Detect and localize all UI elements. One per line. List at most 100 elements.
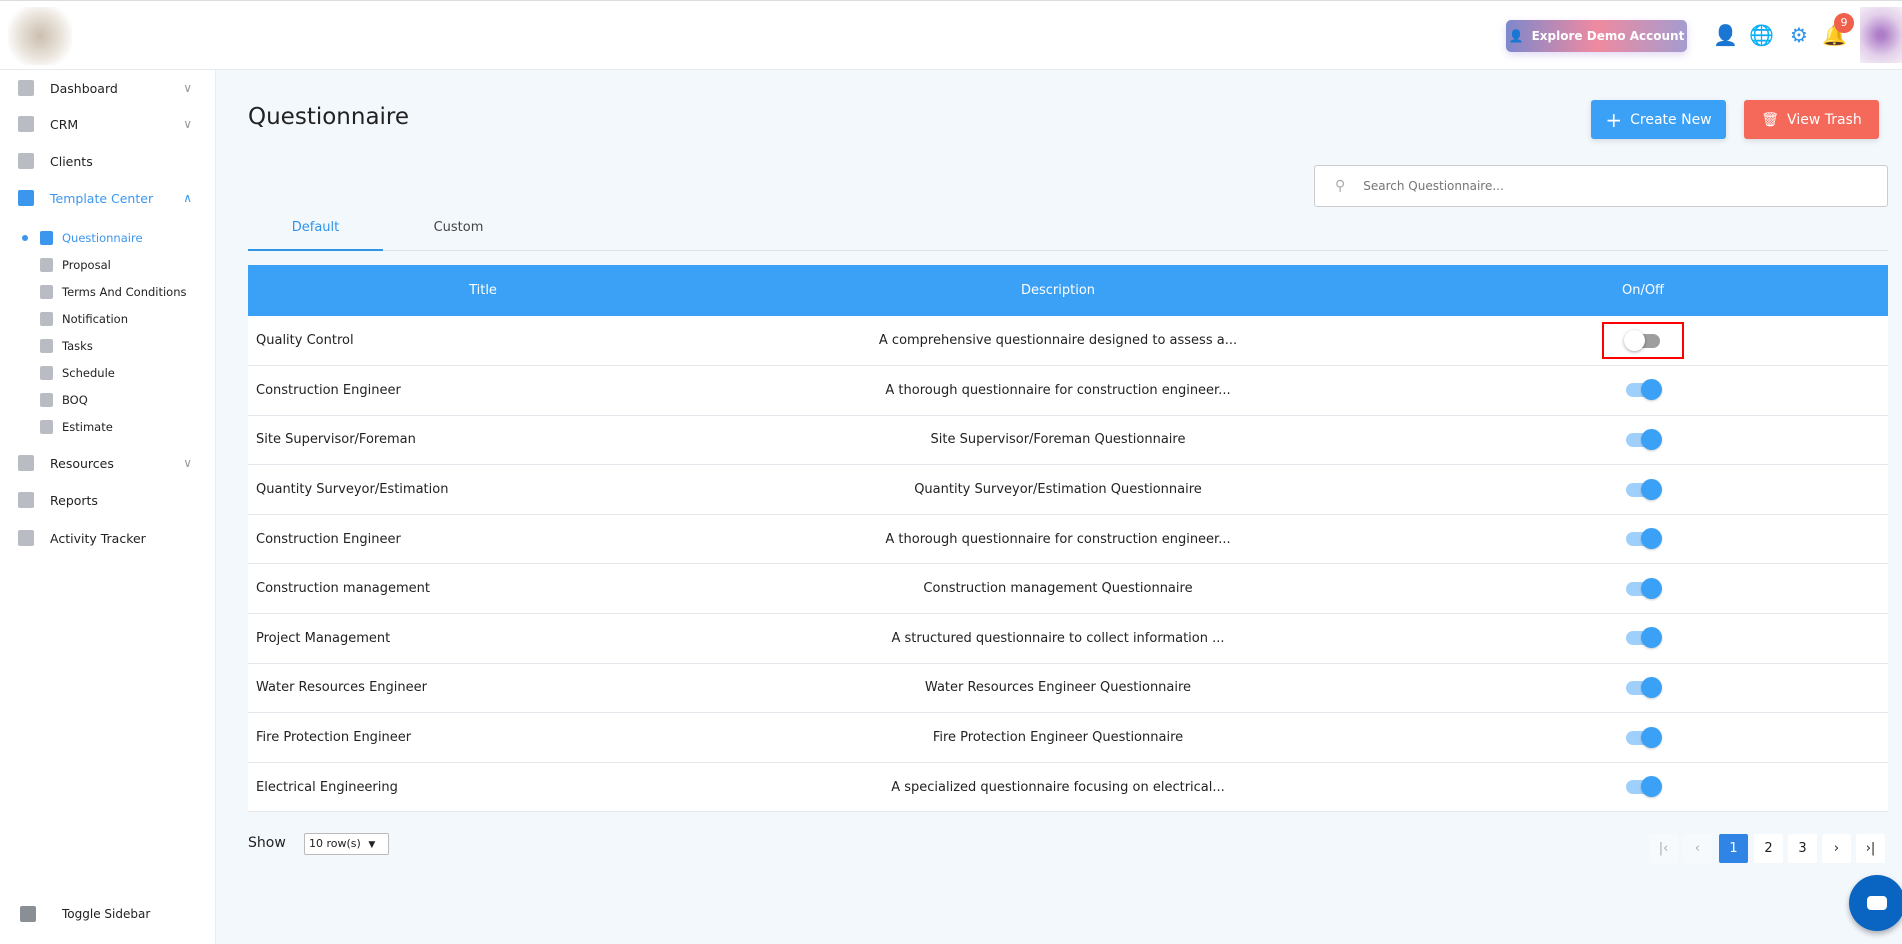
crm-icon <box>18 116 34 132</box>
sidebar-sub-proposal[interactable]: Proposal <box>0 252 216 278</box>
avatar[interactable] <box>1860 7 1902 63</box>
cell-description: A structured questionnaire to collect in… <box>718 613 1398 664</box>
tab-default[interactable]: Default <box>248 216 383 251</box>
questionnaire-icon <box>40 231 53 245</box>
next-page-button[interactable]: › <box>1822 834 1851 863</box>
on-off-toggle[interactable] <box>1626 726 1662 748</box>
cell-description: Quantity Surveyor/Estimation Questionnai… <box>718 464 1398 515</box>
sidebar-item-clients[interactable]: Clients <box>0 146 216 176</box>
column-header-description[interactable]: Description <box>718 265 1398 316</box>
cell-on-off <box>1398 663 1888 714</box>
chevron-down-icon: ∨ <box>183 117 192 131</box>
cell-description: A thorough questionnaire for constructio… <box>718 514 1398 565</box>
sidebar-item-activity-tracker[interactable]: Activity Tracker <box>0 523 216 553</box>
top-bar: 👤 Explore Demo Account 👤 🌐 ⚙ 🔔 9 <box>0 0 1902 70</box>
dashboard-icon <box>18 80 34 96</box>
chevron-down-icon: ∨ <box>183 81 192 95</box>
on-off-toggle[interactable] <box>1626 627 1662 649</box>
on-off-toggle[interactable] <box>1626 528 1662 550</box>
cell-on-off <box>1398 712 1888 763</box>
sidebar-sub-tasks[interactable]: Tasks <box>0 333 216 359</box>
table-row: Construction management Construction mana… <box>248 563 1888 615</box>
cell-title: Electrical Engineering <box>248 762 718 813</box>
sidebar-sub-questionnaire[interactable]: Questionnaire <box>0 225 216 251</box>
view-trash-button[interactable]: 🗑 View Trash <box>1744 100 1879 139</box>
last-page-button[interactable]: ›| <box>1856 834 1885 863</box>
document-icon <box>40 285 53 299</box>
search-box: ⚲ <box>1314 165 1888 207</box>
page-button[interactable]: 3 <box>1788 834 1817 863</box>
table-row: Water Resources Engineer Water Resources … <box>248 663 1888 714</box>
page-button[interactable]: 1 <box>1719 834 1748 863</box>
search-input[interactable] <box>1363 179 1844 193</box>
toggle-knob <box>1624 329 1645 351</box>
cell-on-off <box>1398 762 1888 813</box>
table-row: Construction Engineer A thorough question… <box>248 365 1888 416</box>
sidebar-item-template-center[interactable]: Template Center ∧ <box>0 183 216 213</box>
trash-icon: 🗑 <box>1761 111 1780 128</box>
sidebar-item-reports[interactable]: Reports <box>0 485 216 515</box>
sidebar-sub-terms[interactable]: Terms And Conditions <box>0 279 216 305</box>
on-off-toggle[interactable] <box>1626 776 1662 798</box>
toggle-sidebar-button[interactable]: Toggle Sidebar <box>0 906 216 922</box>
table-row: Quantity Surveyor/Estimation Quantity Sur… <box>248 464 1888 515</box>
page-title: Questionnaire <box>248 104 410 130</box>
resources-icon <box>18 455 34 471</box>
explore-demo-account-button[interactable]: 👤 Explore Demo Account <box>1506 20 1687 52</box>
chat-button[interactable] <box>1849 875 1902 931</box>
user-switch-icon: 👤 <box>1508 29 1524 43</box>
add-user-icon[interactable]: 👤 <box>1713 23 1738 47</box>
toggle-knob <box>1641 776 1662 798</box>
on-off-toggle[interactable] <box>1626 428 1662 450</box>
on-off-toggle[interactable] <box>1626 577 1662 599</box>
first-page-button[interactable]: |‹ <box>1649 834 1678 863</box>
sidebar-sub-schedule[interactable]: Schedule <box>0 360 216 386</box>
create-new-button[interactable]: + Create New <box>1591 100 1726 139</box>
tabs: Default Custom <box>248 216 1888 251</box>
sidebar: Dashboard ∨ CRM ∨ Clients Template Center ∧… <box>0 70 216 944</box>
rows-per-page-select[interactable]: 10 row(s) ▼ <box>304 833 389 855</box>
cell-description: A comprehensive questionnaire designed t… <box>718 316 1398 367</box>
cell-title: Quality Control <box>248 316 718 367</box>
cell-on-off <box>1398 514 1888 565</box>
column-header-on-off[interactable]: On/Off <box>1398 265 1888 316</box>
cell-on-off <box>1398 613 1888 664</box>
toggle-knob <box>1641 726 1662 748</box>
globe-icon[interactable]: 🌐 <box>1749 23 1774 47</box>
user-icon <box>40 312 53 326</box>
cell-title: Construction management <box>248 563 718 615</box>
cell-description: Fire Protection Engineer Questionnaire <box>718 712 1398 763</box>
toggle-knob <box>1641 478 1662 500</box>
cell-on-off <box>1398 563 1888 615</box>
prev-page-button[interactable]: ‹ <box>1683 834 1712 863</box>
cell-description: A thorough questionnaire for constructio… <box>718 365 1398 416</box>
template-icon <box>18 190 34 206</box>
gear-icon[interactable]: ⚙ <box>1787 23 1811 47</box>
table-row: Quality Control A comprehensive questionn… <box>248 316 1888 367</box>
toggle-knob <box>1641 428 1662 450</box>
chevron-up-icon: ∧ <box>183 191 192 205</box>
reports-icon <box>18 492 34 508</box>
tab-custom[interactable]: Custom <box>391 216 526 251</box>
sidebar-sub-notification[interactable]: Notification <box>0 306 216 332</box>
page-button[interactable]: 2 <box>1754 834 1783 863</box>
sidebar-item-resources[interactable]: Resources ∨ <box>0 448 216 478</box>
cell-title: Construction Engineer <box>248 365 718 416</box>
gantt-icon <box>40 366 53 380</box>
sidebar-item-dashboard[interactable]: Dashboard ∨ <box>0 73 216 103</box>
on-off-toggle[interactable] <box>1626 478 1662 500</box>
on-off-toggle[interactable] <box>1626 676 1662 698</box>
cell-on-off <box>1398 316 1888 367</box>
on-off-toggle[interactable] <box>1626 379 1662 401</box>
company-logo[interactable] <box>8 7 72 65</box>
table-row: Site Supervisor/Foreman Site Supervisor/F… <box>248 415 1888 466</box>
checklist-icon <box>40 339 53 353</box>
sidebar-sub-estimate[interactable]: Estimate <box>0 414 216 440</box>
proposal-icon <box>40 258 53 272</box>
sidebar-item-crm[interactable]: CRM ∨ <box>0 109 216 139</box>
toggle-knob <box>1641 577 1662 599</box>
on-off-toggle[interactable] <box>1624 329 1660 351</box>
table-row: Fire Protection Engineer Fire Protection … <box>248 712 1888 763</box>
sidebar-sub-boq[interactable]: BOQ <box>0 387 216 413</box>
column-header-title[interactable]: Title <box>248 265 718 316</box>
